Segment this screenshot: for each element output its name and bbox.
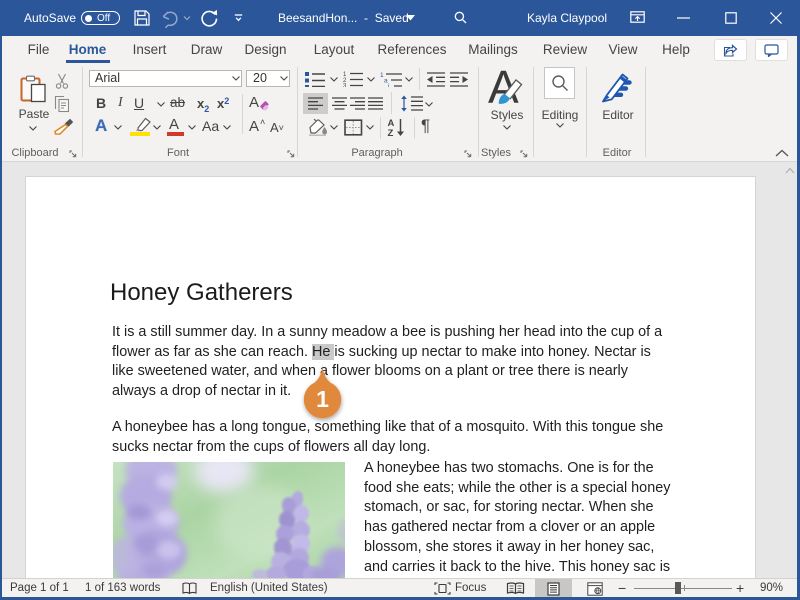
svg-text:3: 3 bbox=[343, 84, 347, 88]
svg-text:1: 1 bbox=[316, 386, 329, 412]
svg-text:Z: Z bbox=[388, 128, 394, 137]
svg-text:i: i bbox=[388, 83, 389, 87]
